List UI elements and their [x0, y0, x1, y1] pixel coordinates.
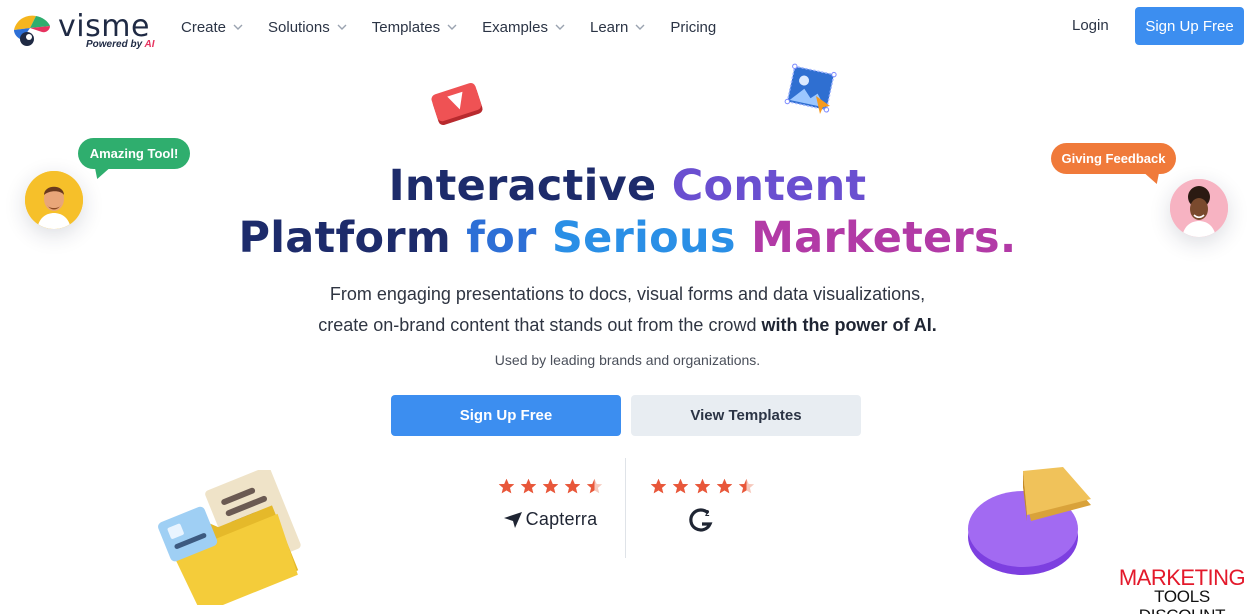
nav-solutions-label: Solutions: [268, 18, 330, 36]
rating-divider: [625, 458, 626, 558]
hero-subtitle-line1: From engaging presentations to docs, vis…: [329, 284, 926, 304]
nav-create[interactable]: Create: [181, 17, 244, 37]
star-icon: [716, 478, 732, 494]
nav-learn[interactable]: Learn: [590, 17, 646, 37]
nav-solutions[interactable]: Solutions: [268, 17, 348, 37]
play-icon: [431, 82, 483, 126]
watermark-line1: MARKETING: [1118, 565, 1246, 590]
star-icon: [520, 478, 536, 494]
nav-pricing-label: Pricing: [670, 18, 717, 36]
hero-word: Serious: [551, 213, 736, 263]
hero-subtitle-line2: create on-brand content that stands out …: [318, 315, 762, 335]
chevron-down-icon: [337, 24, 347, 30]
nav-templates[interactable]: Templates: [372, 17, 458, 37]
hero-word: Interactive: [388, 161, 657, 211]
capterra-logo-text: Capterra: [525, 509, 598, 529]
nav-create-label: Create: [181, 18, 227, 36]
capterra-logo: Capterra: [480, 509, 620, 530]
watermark: MARKETING TOOLS DISCOUNT: [1112, 565, 1252, 614]
signup-free-button[interactable]: Sign Up Free: [391, 395, 621, 436]
hero-word: Platform: [238, 213, 451, 263]
chevron-down-icon: [447, 24, 457, 30]
visme-logo[interactable]: visme Powered by AI: [8, 9, 158, 50]
capterra-arrow-icon: [503, 511, 522, 528]
star-icon: [498, 478, 514, 494]
chevron-down-icon: [233, 24, 243, 30]
g2-logo: 2: [632, 507, 772, 533]
hero-title-line1: Interactive Content: [0, 160, 1255, 212]
star-icon: [564, 478, 580, 494]
star-icon: [738, 478, 754, 494]
hero-word: Content: [671, 161, 867, 211]
hero-title-line2: Platform for Serious Marketers.: [0, 212, 1255, 264]
nav-pricing[interactable]: Pricing: [670, 17, 716, 37]
nav-templates-label: Templates: [371, 18, 441, 36]
image-frame-icon: [784, 63, 837, 114]
nav-learn-label: Learn: [589, 18, 629, 36]
pie-chart-icon: [968, 467, 1091, 575]
signup-header-button[interactable]: Sign Up Free: [1135, 7, 1244, 45]
capterra-rating: Capterra: [480, 478, 620, 530]
star-rating: [632, 478, 772, 495]
hero-word: Marketers.: [751, 213, 1017, 263]
logo-tagline-prefix: Powered by: [86, 39, 145, 50]
star-icon: [542, 478, 558, 494]
used-by-text: Used by leading brands and organizations…: [494, 352, 761, 368]
folder-icon: [158, 470, 301, 605]
star-icon: [586, 478, 602, 494]
logo-tagline-ai: AI: [144, 39, 155, 50]
main-nav: Create Solutions Templates Examples Lear…: [181, 17, 740, 37]
chevron-down-icon: [635, 24, 645, 30]
star-rating: [480, 478, 620, 495]
chevron-down-icon: [555, 24, 565, 30]
logo-tagline: Powered by AI: [86, 39, 155, 50]
visme-logo-icon: [14, 15, 50, 46]
view-templates-button[interactable]: View Templates: [631, 395, 861, 436]
hero-title: Interactive Content Platform for Serious…: [0, 160, 1255, 264]
nav-examples[interactable]: Examples: [482, 17, 566, 37]
hero-word: for: [466, 213, 537, 263]
watermark-line2: TOOLS DISCOUNT: [1139, 587, 1226, 614]
g2-logo-icon: 2: [689, 508, 713, 532]
svg-text:2: 2: [705, 509, 710, 518]
star-icon: [650, 478, 666, 494]
hero-subtitle-emphasis: with the power of AI.: [761, 315, 937, 335]
g2-rating: 2: [632, 478, 772, 533]
hero-subtitle: From engaging presentations to docs, vis…: [0, 279, 1255, 341]
site-header: visme Powered by AI Create Solutions Tem…: [0, 0, 1255, 54]
star-icon: [672, 478, 688, 494]
nav-examples-label: Examples: [482, 18, 548, 36]
star-icon: [694, 478, 710, 494]
login-link[interactable]: Login: [1072, 17, 1109, 34]
